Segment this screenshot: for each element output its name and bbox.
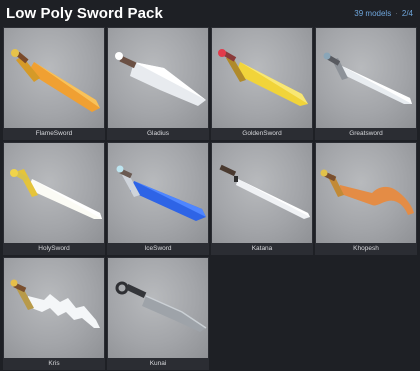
- model-count: 39 models: [354, 9, 392, 18]
- model-thumbnail[interactable]: [108, 258, 208, 358]
- model-card-khopesh[interactable]: Khopesh: [315, 142, 417, 255]
- model-label: Katana: [251, 245, 273, 252]
- model-label: Khopesh: [353, 245, 379, 252]
- khopesh-sword-icon: [320, 169, 414, 215]
- gladius-sword-icon: [115, 52, 206, 106]
- model-thumbnail[interactable]: [316, 28, 416, 128]
- icesword-sword-icon: [116, 165, 206, 221]
- model-card-katana[interactable]: Katana: [211, 142, 313, 255]
- model-thumbnail[interactable]: [316, 143, 416, 243]
- model-label: Kris: [48, 360, 60, 367]
- katana-sword-icon: [219, 164, 310, 219]
- model-card-gladius[interactable]: Gladius: [107, 27, 209, 140]
- model-thumbnail[interactable]: [4, 143, 104, 243]
- model-card-kris[interactable]: Kris: [3, 257, 105, 370]
- page-indicator[interactable]: 2/4: [402, 9, 413, 18]
- model-thumbnail[interactable]: [4, 28, 104, 128]
- greatsword-sword-icon: [323, 52, 412, 104]
- model-card-icesword[interactable]: IceSword: [107, 142, 209, 255]
- model-thumbnail[interactable]: [212, 143, 312, 243]
- model-thumbnail[interactable]: [212, 28, 312, 128]
- kunai-sword-icon: [115, 281, 207, 332]
- model-label: Greatsword: [349, 130, 383, 137]
- header-bar: Low Poly Sword Pack 39 models · 2/4: [0, 0, 420, 28]
- flamesword-sword-icon: [11, 49, 100, 112]
- model-label: IceSword: [144, 245, 172, 252]
- model-label: Kunai: [149, 360, 167, 367]
- model-label: GoldenSword: [242, 130, 282, 137]
- model-card-goldensword[interactable]: GoldenSword: [211, 27, 313, 140]
- model-card-flamesword[interactable]: FlameSword: [3, 27, 105, 140]
- model-thumbnail[interactable]: [108, 143, 208, 243]
- meta-separator: ·: [395, 9, 398, 18]
- model-label: Gladius: [146, 130, 170, 137]
- model-label: HolySword: [38, 245, 70, 252]
- model-thumbnail[interactable]: [4, 258, 104, 358]
- model-label: FlameSword: [35, 130, 73, 137]
- pagination-info: 39 models · 2/4: [354, 9, 413, 18]
- holysword-sword-icon: [10, 169, 102, 219]
- model-card-greatsword[interactable]: Greatsword: [315, 27, 417, 140]
- model-thumbnail[interactable]: [108, 28, 208, 128]
- goldensword-sword-icon: [218, 49, 308, 106]
- kris-sword-icon: [10, 279, 100, 328]
- page-title: Low Poly Sword Pack: [6, 5, 163, 22]
- model-card-kunai[interactable]: Kunai: [107, 257, 209, 370]
- model-card-holysword[interactable]: HolySword: [3, 142, 105, 255]
